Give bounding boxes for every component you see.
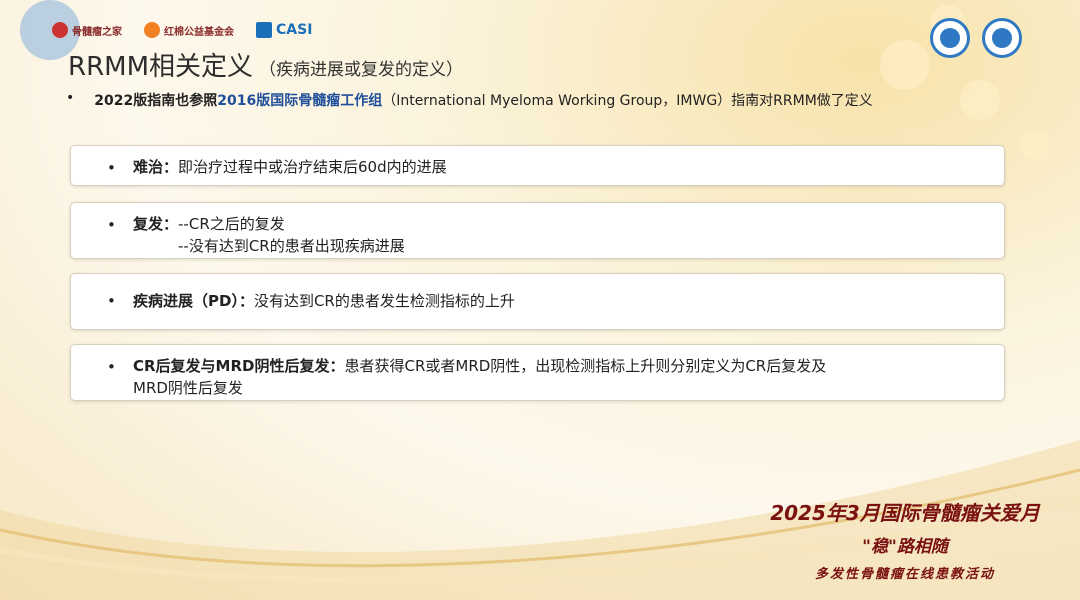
logo-hongmian-foundation: 红棉公益基金会 [144,22,234,38]
card-line1: 患者获得CR或者MRD阴性，出现检测指标上升则分别定义为CR后复发及 [344,357,827,375]
bokeh-light [960,80,1000,120]
logo-casi: CASI [256,22,312,38]
seal-icon [982,18,1022,58]
definition-card-relapse: • 复发：--CR之后的复发 --没有达到CR的患者出现疾病进展 [70,202,1005,259]
intro-part3: （International Myeloma Working Group，IMW… [382,93,873,109]
flower-icon [144,22,160,38]
card-text: 难治：即治疗过程中或治疗结束后60d内的进展 [133,156,447,178]
bullet: • [66,90,75,106]
slide-title: RRMM相关定义 （疾病进展或复发的定义） [68,46,463,83]
bullet: • [107,292,116,310]
card-text: 疾病进展（PD）：没有达到CR的患者发生检测指标的上升 [133,290,515,312]
card-line1: --CR之后的复发 [178,215,285,233]
bokeh-light [880,40,930,90]
intro-part1: 2022版指南也参照 [94,93,218,109]
footer-slogan: "稳"路相随 [862,537,948,557]
card-text: CR后复发与MRD阴性后复发：患者获得CR或者MRD阴性，出现检测指标上升则分别… [133,355,826,399]
bullet: • [107,216,116,234]
sponsor-logos: 骨髓瘤之家 红棉公益基金会 CASI [52,22,312,38]
definition-card-progression: • 疾病进展（PD）：没有达到CR的患者发生检测指标的上升 [70,273,1005,330]
card-text: 复发：--CR之后的复发 --没有达到CR的患者出现疾病进展 [133,213,405,257]
card-term: CR后复发与MRD阴性后复发： [133,357,345,375]
title-subtitle: （疾病进展或复发的定义） [259,60,463,80]
logo-text: 骨髓瘤之家 [72,26,122,38]
logo-text: 红棉公益基金会 [164,26,234,38]
logo-text: CASI [276,22,313,38]
title-main: RRMM相关定义 [68,52,253,82]
card-term: 疾病进展（PD）： [133,292,254,310]
wing-icon [256,22,272,38]
intro-line: • 2022版指南也参照2016版国际骨髓瘤工作组（International … [66,90,873,110]
institution-seals [930,18,1022,58]
card-term: 复发： [133,215,179,233]
seal-icon [930,18,970,58]
footer-title: 2025年3月国际骨髓瘤关爱月 [770,501,1040,525]
intro-part2: 2016版国际骨髓瘤工作组 [217,93,383,109]
card-line1: 即治疗过程中或治疗结束后60d内的进展 [178,158,447,176]
definition-card-refractory: • 难治：即治疗过程中或治疗结束后60d内的进展 [70,145,1005,186]
definition-card-cr-mrd-relapse: • CR后复发与MRD阴性后复发：患者获得CR或者MRD阴性，出现检测指标上升则… [70,344,1005,401]
intro-text: 2022版指南也参照2016版国际骨髓瘤工作组（International My… [94,90,873,110]
footer-event: 多发性骨髓瘤在线患教活动 [814,567,995,582]
card-line1: 没有达到CR的患者发生检测指标的上升 [253,292,515,310]
event-footer: 2025年3月国际骨髓瘤关爱月 "稳"路相随 多发性骨髓瘤在线患教活动 [750,497,1060,582]
bullet: • [107,159,116,177]
bokeh-light [1020,130,1050,160]
bullet: • [107,358,116,376]
logo-icon [52,22,68,38]
logo-myeloma-home: 骨髓瘤之家 [52,22,122,38]
card-line2: MRD阴性后复发 [133,379,243,397]
card-line2: --没有达到CR的患者出现疾病进展 [178,237,405,255]
card-term: 难治： [133,158,179,176]
